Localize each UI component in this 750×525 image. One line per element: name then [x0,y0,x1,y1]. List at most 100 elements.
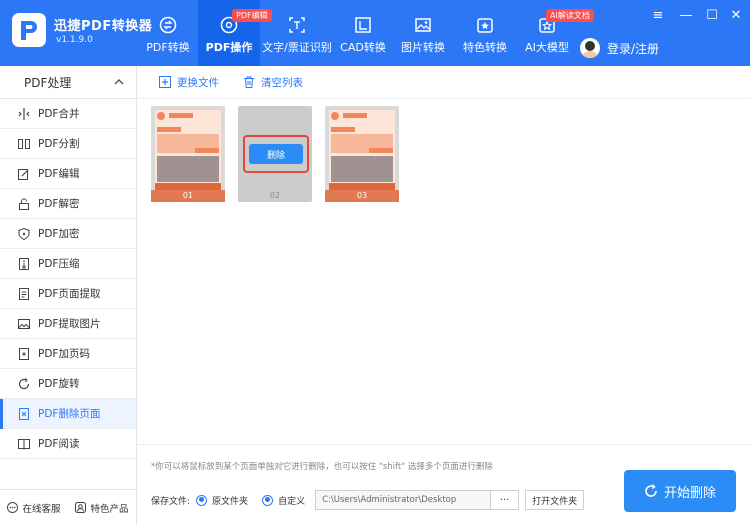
online-service-label: 在线客服 [22,503,61,515]
refresh-icon [645,484,657,497]
start-delete-button[interactable]: 开始删除 [624,470,736,512]
unlock-icon [19,198,29,210]
nav-ocr[interactable]: 文字/票证识别 [260,0,334,66]
nav-image[interactable]: 图片转换 [392,0,454,66]
replace-file-button[interactable]: 更换文件 [159,75,219,90]
original-folder-label: 原文件夹 [212,496,249,507]
extract-image-icon [18,318,30,329]
login-label: 登录/注册 [607,41,660,56]
original-folder-radio[interactable] [196,494,208,506]
sidebar-item-decrypt[interactable]: PDF解密 [0,189,136,219]
sidebar-item-label: PDF压缩 [38,258,80,270]
online-service-link[interactable]: 在线客服 [7,501,61,515]
app-logo [12,13,46,47]
nav-label: 文字/票证识别 [262,41,332,54]
sidebar-header[interactable]: PDF处理 [0,66,136,99]
usage-tip: *你可以将鼠标放到某个页面单独对它进行删除，也可以按住 "shift" 选择多个… [151,462,493,472]
sidebar-item-label: PDF阅读 [38,438,80,450]
sidebar-item-label: PDF旋转 [38,378,80,390]
nav-feature[interactable]: 特色转换 [454,0,516,66]
sidebar-item-label: PDF分割 [38,138,80,150]
nav-ai-model[interactable]: AI解读文档 AI大模型 [516,0,594,66]
sidebar-footer: 在线客服 特色产品 [0,489,136,525]
chevron-up-icon [114,79,124,85]
minimize-button[interactable]: — [678,8,694,24]
page-preview [329,110,395,190]
chat-icon [7,502,19,513]
save-label: 保存文件: [151,496,191,507]
nav-label: PDF操作 [205,41,253,54]
sidebar-item-page-number[interactable]: PDF加页码 [0,339,136,369]
nav-badge: AI解读文档 [546,9,594,22]
main-panel: 更换文件 清空列表 01 删除 02 03 *你可以将鼠标放到某个页面单独对它进… [137,66,750,525]
featured-products-link[interactable]: 特色产品 [75,501,129,515]
nav-label: AI大模型 [525,41,569,54]
sidebar-item-label: PDF加页码 [38,348,90,360]
sidebar-item-label: PDF解密 [38,198,80,210]
page-thumbnail[interactable]: 03 [325,106,399,202]
start-delete-label: 开始删除 [663,485,716,501]
nav-label: 特色转换 [463,41,507,54]
sidebar-item-extract-image[interactable]: PDF提取图片 [0,309,136,339]
edit-icon [18,168,29,180]
sidebar-item-read[interactable]: PDF阅读 [0,429,136,459]
product-icon [75,502,87,513]
page-thumbnails: 01 删除 02 03 [151,106,412,202]
maximize-button[interactable]: ☐ [704,8,720,24]
nav-label: CAD转换 [340,41,386,54]
sidebar-item-label: PDF加密 [38,228,80,240]
sidebar-item-label: PDF提取图片 [38,318,101,330]
sidebar: PDF处理 PDF合并 PDF分割 PDF编辑 PDF解密 PDF加密 PDF压… [0,66,137,525]
sidebar-item-label: PDF合并 [38,108,80,120]
add-file-icon [159,76,171,88]
open-folder-button[interactable]: 打开文件夹 [525,490,585,510]
browse-button[interactable]: ··· [491,490,520,510]
featured-products-label: 特色产品 [90,503,129,515]
top-bar: 迅捷PDF转换器 v1.1.9.0 PDF转换 PDF编辑 PDF操作 文字/票… [0,0,750,66]
feature-icon [477,18,493,33]
avatar [580,38,600,58]
nav-label: 图片转换 [401,41,445,54]
save-options: 保存文件: 原文件夹 自定义 C:\Users\Administrator\De… [151,490,585,510]
sidebar-item-split[interactable]: PDF分割 [0,129,136,159]
file-toolbar: 更换文件 清空列表 [137,66,750,99]
split-icon [18,138,30,149]
merge-icon [18,107,30,120]
custom-folder-radio[interactable] [262,494,274,506]
sidebar-item-edit[interactable]: PDF编辑 [0,159,136,189]
nav-label: PDF转换 [146,41,190,54]
extract-page-icon [19,287,29,300]
nav-pdf-operations[interactable]: PDF编辑 PDF操作 [198,0,272,66]
replace-file-label: 更换文件 [177,76,219,89]
sidebar-item-delete-page[interactable]: PDF删除页面 [0,399,136,429]
page-number: 01 [151,190,225,202]
login-button[interactable]: 登录/注册 [580,38,659,58]
rotate-icon [18,377,30,389]
ocr-icon [289,17,305,33]
nav-pdf-convert[interactable]: PDF转换 [138,0,198,66]
delete-page-icon [19,407,29,420]
page-preview [155,110,221,190]
sidebar-item-extract-page[interactable]: PDF页面提取 [0,279,136,309]
page-thumbnail-selected[interactable]: 删除 02 [238,106,312,202]
sidebar-item-label: PDF编辑 [38,168,80,180]
sidebar-item-merge[interactable]: PDF合并 [0,99,136,129]
delete-highlight: 删除 [243,135,309,173]
shield-icon [18,227,30,240]
delete-page-button[interactable]: 删除 [249,144,303,164]
page-thumbnail[interactable]: 01 [151,106,225,202]
save-path-field[interactable]: C:\Users\Administrator\Desktop [315,490,492,510]
nav-cad[interactable]: CAD转换 [334,0,392,66]
page-number: 03 [325,190,399,202]
sidebar-item-encrypt[interactable]: PDF加密 [0,219,136,249]
sidebar-item-compress[interactable]: PDF压缩 [0,249,136,279]
clear-list-button[interactable]: 清空列表 [243,75,303,90]
sidebar-item-rotate[interactable]: PDF旋转 [0,369,136,399]
page-number-icon [19,347,29,360]
book-icon [18,438,30,450]
sidebar-header-label: PDF处理 [24,75,72,90]
main-nav: PDF转换 PDF编辑 PDF操作 文字/票证识别 CAD转换 图片转换 特色转… [138,0,594,66]
cad-icon [355,17,371,33]
close-button[interactable]: ✕ [728,8,744,24]
menu-icon[interactable]: ≡ [650,8,666,24]
